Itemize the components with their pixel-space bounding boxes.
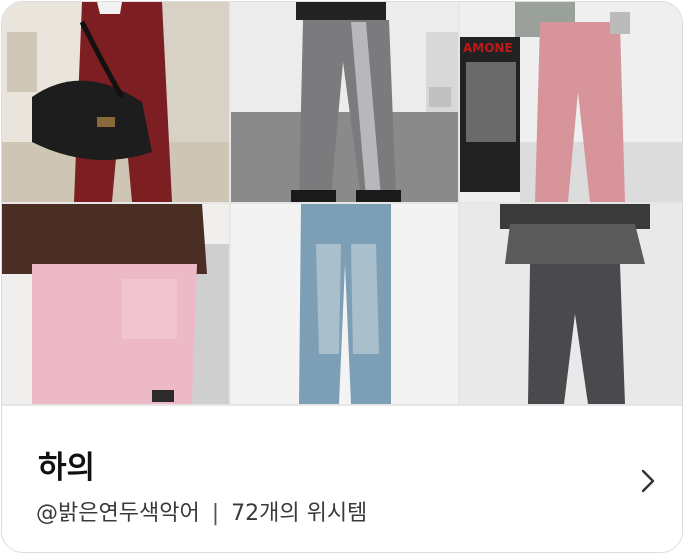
thumbnail-2[interactable] [231, 2, 458, 202]
thumbnail-5[interactable] [231, 204, 458, 404]
collection-meta: @밝은연두색악어 | 72개의 위시템 [36, 495, 367, 527]
thumbnail-2-image [231, 2, 458, 202]
wishlist-collection-card[interactable]: AMONE 하의 @밝은연두색악어 | 72개의 위시템 [1, 1, 683, 553]
collection-item-count: 72개의 위시템 [231, 501, 368, 526]
thumbnail-5-image [231, 204, 458, 404]
thumbnail-3-image: AMONE [460, 2, 682, 202]
chevron-right-icon[interactable] [638, 468, 658, 494]
meta-separator: | [211, 501, 220, 526]
thumbnail-1-image [2, 2, 229, 202]
collection-title: 하의 [38, 450, 96, 486]
thumbnail-4[interactable] [2, 204, 229, 404]
thumbnail-4-image [2, 204, 229, 404]
collection-info[interactable]: 하의 @밝은연두색악어 | 72개의 위시템 [2, 406, 682, 552]
thumbnail-1[interactable] [2, 2, 229, 202]
thumbnail-grid: AMONE [2, 2, 682, 406]
thumbnail-3[interactable]: AMONE [460, 2, 682, 202]
thumbnail-6-image [460, 204, 682, 404]
thumbnail-6[interactable] [460, 204, 682, 404]
svg-text:AMONE: AMONE [463, 41, 513, 55]
collection-owner[interactable]: @밝은연두색악어 [36, 501, 200, 526]
